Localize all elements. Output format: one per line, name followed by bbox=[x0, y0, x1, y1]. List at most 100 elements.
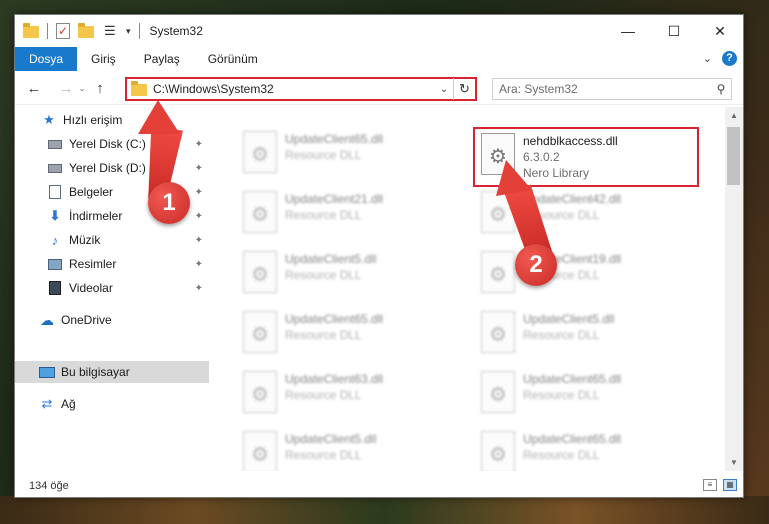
file-name: UpdateClient63.dll bbox=[285, 372, 384, 386]
list-item[interactable]: ⚙ UpdateClient19.dll Resource DLL bbox=[477, 247, 707, 303]
list-item[interactable]: ⚙ UpdateClient42.dll Resource DLL bbox=[477, 187, 707, 243]
dll-file-icon: ⚙ bbox=[243, 431, 277, 471]
tab-giris[interactable]: Giriş bbox=[77, 47, 130, 71]
sidebar-item-quick-access[interactable]: ★ Hızlı erişim bbox=[15, 109, 209, 131]
dll-file-icon: ⚙ bbox=[481, 371, 515, 413]
dll-file-icon: ⚙ bbox=[243, 311, 277, 353]
file-type: Resource DLL bbox=[523, 388, 600, 402]
view-switcher: ≡ ▦ bbox=[703, 479, 737, 491]
list-item[interactable]: ⚙ UpdateClient65.dll Resource DLL bbox=[477, 367, 707, 423]
customize-icon[interactable]: ☰ bbox=[104, 24, 120, 38]
sidebar-item-music[interactable]: ♪ Müzik ✦ bbox=[15, 229, 209, 251]
file-type: Resource DLL bbox=[285, 148, 362, 162]
sidebar-item-label: OneDrive bbox=[61, 313, 112, 327]
pin-icon[interactable]: ✦ bbox=[195, 235, 203, 246]
file-name: UpdateClient65.dll bbox=[523, 372, 622, 386]
ribbon-right-controls: ⌄ ? bbox=[703, 51, 737, 66]
list-item[interactable]: ⚙ UpdateClient5.dll Resource DLL bbox=[477, 307, 707, 363]
step-2-badge: 2 bbox=[515, 244, 557, 286]
list-item[interactable]: ⚙ UpdateClient65.dll Resource DLL bbox=[239, 127, 469, 183]
list-item[interactable]: ⚙ UpdateClient5.dll Resource DLL bbox=[239, 427, 469, 471]
file-type: Resource DLL bbox=[285, 208, 362, 222]
sidebar-item-local-disk-d[interactable]: Yerel Disk (D:) ✦ bbox=[15, 157, 209, 179]
sidebar-item-label: İndirmeler bbox=[69, 209, 123, 223]
list-item[interactable]: ⚙ UpdateClient65.dll Resource DLL bbox=[477, 427, 707, 471]
sidebar-item-label: Yerel Disk (D:) bbox=[69, 161, 146, 175]
videos-icon bbox=[47, 280, 63, 296]
sidebar-item-label: Hızlı erişim bbox=[63, 113, 123, 127]
minimize-button[interactable]: — bbox=[605, 15, 651, 47]
file-name: UpdateClient5.dll bbox=[285, 252, 377, 266]
sidebar-item-label: Ağ bbox=[61, 397, 76, 411]
scrollbar-thumb[interactable] bbox=[727, 127, 740, 185]
sidebar-item-this-pc[interactable]: Bu bilgisayar bbox=[15, 361, 209, 383]
refresh-icon[interactable]: ↻ bbox=[453, 78, 475, 100]
search-box[interactable]: Ara: System32 ⚲ bbox=[492, 78, 732, 100]
list-item[interactable]: ⚙ UpdateClient65.dll Resource DLL bbox=[239, 307, 469, 363]
pin-icon[interactable]: ✦ bbox=[195, 283, 203, 294]
pin-icon[interactable]: ✦ bbox=[195, 163, 203, 174]
onedrive-icon: ☁ bbox=[40, 311, 54, 328]
up-button[interactable]: ↑ bbox=[89, 78, 111, 100]
drive-icon bbox=[47, 136, 63, 152]
file-type: Resource DLL bbox=[523, 448, 600, 462]
dll-file-icon: ⚙ bbox=[243, 371, 277, 413]
list-item[interactable]: ⚙ UpdateClient5.dll Resource DLL bbox=[239, 247, 469, 303]
file-name: UpdateClient5.dll bbox=[523, 312, 615, 326]
file-type: Resource DLL bbox=[285, 268, 362, 282]
sidebar-item-label: Videolar bbox=[69, 281, 113, 295]
maximize-button[interactable]: ☐ bbox=[651, 15, 697, 47]
recent-locations-icon[interactable]: ⌄ bbox=[77, 84, 87, 93]
file-type: Resource DLL bbox=[285, 388, 362, 402]
dll-file-icon: ⚙ bbox=[243, 191, 277, 233]
search-icon[interactable]: ⚲ bbox=[711, 82, 731, 96]
address-dropdown-icon[interactable]: ⌄ bbox=[435, 84, 453, 95]
tab-gorunum[interactable]: Görünüm bbox=[194, 47, 272, 71]
file-explorer-window: ✓ ☰ ▾ System32 — ☐ ✕ Dosya Giriş Paylaş … bbox=[14, 14, 744, 498]
file-type: Resource DLL bbox=[523, 328, 600, 342]
address-bar[interactable]: C:\Windows\System32 ⌄ ↻ bbox=[125, 77, 477, 101]
forward-button[interactable]: → bbox=[55, 78, 77, 100]
scroll-up-icon[interactable]: ▲ bbox=[725, 107, 743, 124]
file-name: UpdateClient5.dll bbox=[285, 432, 377, 446]
scroll-down-icon[interactable]: ▼ bbox=[725, 454, 743, 471]
file-name: UpdateClient21.dll bbox=[285, 192, 384, 206]
sidebar-item-pictures[interactable]: Resimler ✦ bbox=[15, 253, 209, 275]
pin-icon[interactable]: ✦ bbox=[195, 187, 203, 198]
close-button[interactable]: ✕ bbox=[697, 15, 743, 47]
sidebar-item-local-disk-c[interactable]: Yerel Disk (C:) ✦ bbox=[15, 133, 209, 155]
item-count: 134 öğe bbox=[29, 480, 69, 492]
star-icon: ★ bbox=[43, 112, 55, 127]
sidebar-item-label: Müzik bbox=[69, 233, 101, 247]
sidebar-item-onedrive[interactable]: ☁ OneDrive bbox=[15, 309, 209, 331]
expand-ribbon-icon[interactable]: ⌄ bbox=[703, 52, 712, 65]
search-input[interactable]: Ara: System32 bbox=[499, 82, 711, 96]
qat-dropdown-icon[interactable]: ▾ bbox=[126, 26, 131, 37]
list-item[interactable]: ⚙ UpdateClient21.dll Resource DLL bbox=[239, 187, 469, 243]
help-icon[interactable]: ? bbox=[722, 51, 737, 66]
sidebar-item-network[interactable]: ⇄ Ağ bbox=[15, 393, 209, 415]
dll-file-icon: ⚙ bbox=[481, 251, 515, 293]
new-folder-icon[interactable] bbox=[78, 23, 94, 38]
pictures-icon bbox=[47, 256, 63, 272]
sidebar-item-label: Yerel Disk (C:) bbox=[69, 137, 146, 151]
window-title: System32 bbox=[149, 24, 203, 38]
vertical-scrollbar[interactable]: ▲ ▼ bbox=[725, 107, 743, 471]
desktop-background bbox=[0, 496, 769, 524]
pin-icon[interactable]: ✦ bbox=[195, 139, 203, 150]
pin-icon[interactable]: ✦ bbox=[195, 259, 203, 270]
tab-paylas[interactable]: Paylaş bbox=[130, 47, 194, 71]
address-path[interactable]: C:\Windows\System32 bbox=[153, 82, 435, 96]
pin-icon[interactable]: ✦ bbox=[195, 211, 203, 222]
list-item[interactable]: ⚙ UpdateClient63.dll Resource DLL bbox=[239, 367, 469, 423]
back-button[interactable]: ← bbox=[23, 78, 45, 100]
navigation-pane: ★ Hızlı erişim Yerel Disk (C:) ✦ Yerel D… bbox=[15, 107, 211, 471]
tab-dosya[interactable]: Dosya bbox=[15, 47, 78, 71]
details-view-icon[interactable]: ≡ bbox=[703, 479, 717, 491]
sidebar-item-videos[interactable]: Videolar ✦ bbox=[15, 277, 209, 299]
properties-check-icon[interactable]: ✓ bbox=[56, 23, 70, 39]
file-type: Resource DLL bbox=[285, 328, 362, 342]
large-icons-view-icon[interactable]: ▦ bbox=[723, 479, 737, 491]
status-bar: 134 öğe ≡ ▦ bbox=[15, 475, 743, 497]
divider bbox=[138, 23, 140, 39]
